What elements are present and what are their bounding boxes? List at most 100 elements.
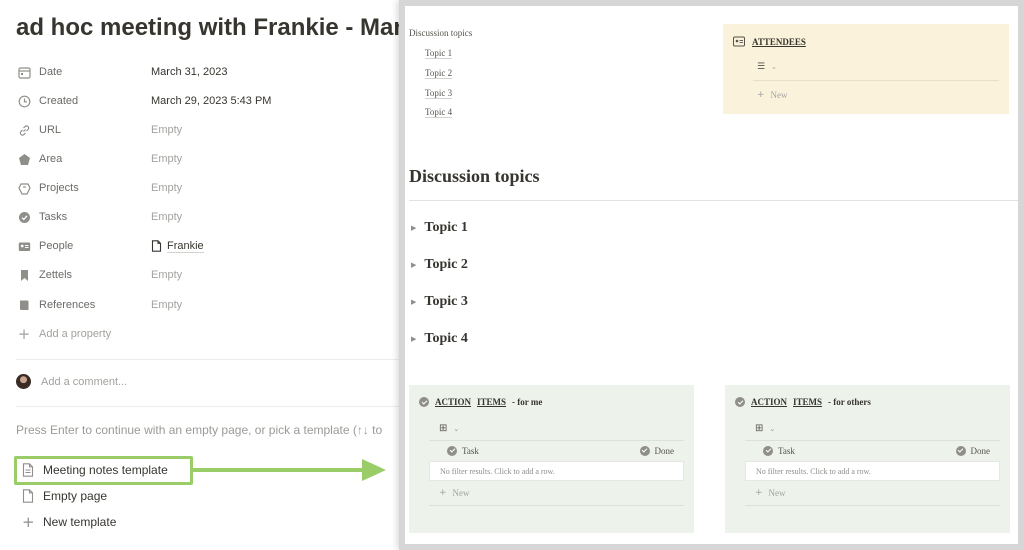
- empty-table-row[interactable]: No filter results. Click to add a row.: [429, 461, 684, 481]
- column-label: Done: [970, 445, 991, 456]
- book-icon: [16, 297, 32, 313]
- property-value[interactable]: Frankie: [151, 240, 204, 253]
- toggle-triangle-icon[interactable]: ▶: [411, 335, 416, 343]
- link-icon: [16, 122, 32, 138]
- title-part: ACTION: [751, 397, 788, 407]
- check-circle-icon: [419, 397, 429, 407]
- property-value[interactable]: Empty: [151, 182, 182, 194]
- property-projects[interactable]: Projects Empty: [16, 177, 406, 199]
- column-label: Task: [462, 445, 479, 456]
- page-icon: [151, 240, 162, 252]
- action-items-header[interactable]: ACTION ITEMS - for me: [419, 397, 542, 407]
- plus-icon: +: [757, 90, 765, 100]
- column-done[interactable]: Done: [955, 445, 1001, 456]
- property-value[interactable]: Empty: [151, 211, 182, 223]
- property-created[interactable]: Created March 29, 2023 5:43 PM: [16, 90, 406, 112]
- property-value[interactable]: Empty: [151, 269, 182, 281]
- discussion-topics-heading[interactable]: Discussion topics: [409, 166, 540, 187]
- pentagon-icon: [16, 151, 32, 167]
- divider: [16, 406, 406, 407]
- column-label: Done: [654, 445, 675, 456]
- property-people[interactable]: People Frankie: [16, 235, 406, 257]
- property-date[interactable]: Date March 31, 2023: [16, 61, 406, 83]
- action-items-header[interactable]: ACTION ITEMS - for others: [735, 397, 871, 407]
- topic-label: Topic 1: [424, 220, 468, 235]
- template-preview: Discussion topics Topic 1 Topic 2 Topic …: [399, 0, 1024, 550]
- property-name: Created: [39, 95, 79, 107]
- contact-card-icon: [733, 36, 745, 47]
- title-part: ITEMS: [477, 397, 507, 407]
- topic-toggle[interactable]: ▶ Topic 3: [411, 294, 468, 310]
- contact-card-icon: [16, 238, 32, 254]
- title-suffix: - for others: [828, 397, 871, 407]
- clock-icon: [16, 93, 32, 109]
- toc-item[interactable]: Topic 2: [425, 68, 453, 79]
- comment-input[interactable]: Add a comment...: [16, 374, 127, 389]
- table-header: Task Done: [745, 440, 1000, 460]
- toc-item[interactable]: Topic 3: [425, 88, 453, 99]
- property-name: Area: [39, 153, 63, 165]
- new-row-button[interactable]: + New: [439, 488, 470, 498]
- property-area[interactable]: Area Empty: [16, 148, 406, 170]
- check-circle-icon: [639, 445, 650, 456]
- property-value[interactable]: Empty: [151, 124, 182, 136]
- attendees-header[interactable]: ATTENDEES: [733, 36, 806, 47]
- property-tasks[interactable]: Tasks Empty: [16, 206, 406, 228]
- toggle-triangle-icon[interactable]: ▶: [411, 298, 416, 306]
- table-icon: ⊞: [755, 423, 764, 434]
- table-view-selector[interactable]: ⊞ ⌄: [439, 423, 459, 434]
- template-label: Empty page: [43, 489, 108, 503]
- table-header: Task Done: [429, 440, 684, 460]
- add-property-label: Add a property: [39, 328, 112, 340]
- topic-label: Topic 4: [424, 331, 468, 346]
- new-template-button[interactable]: + New template: [22, 512, 116, 532]
- divider: [745, 505, 1000, 506]
- calendar-icon: [16, 64, 32, 80]
- list-icon: ☰: [757, 62, 766, 72]
- property-value[interactable]: March 31, 2023: [151, 66, 227, 78]
- column-label: Task: [778, 445, 795, 456]
- people-link-frankie[interactable]: Frankie: [167, 240, 204, 253]
- topic-label: Topic 2: [424, 257, 468, 272]
- topic-toggle[interactable]: ▶ Topic 1: [411, 220, 468, 236]
- column-task[interactable]: Task: [429, 445, 479, 456]
- topic-toggle[interactable]: ▶ Topic 2: [411, 257, 468, 273]
- divider: [16, 359, 406, 360]
- property-zettels[interactable]: Zettels Empty: [16, 264, 406, 286]
- property-value[interactable]: Empty: [151, 299, 182, 311]
- toc-item[interactable]: Topic 1: [425, 48, 453, 59]
- toc-item[interactable]: Topic 4: [425, 107, 453, 118]
- property-name: People: [39, 240, 74, 252]
- property-name: Date: [39, 66, 63, 78]
- new-label: New: [452, 488, 470, 498]
- toggle-triangle-icon[interactable]: ▶: [411, 261, 416, 269]
- chevron-down-icon: ⌄: [453, 424, 460, 433]
- property-url[interactable]: URL Empty: [16, 119, 406, 141]
- toggle-triangle-icon[interactable]: ▶: [411, 224, 416, 232]
- property-value[interactable]: Empty: [151, 153, 182, 165]
- check-circle-icon: [763, 445, 773, 456]
- action-items-for-others: ACTION ITEMS - for others ⊞ ⌄ Task Done …: [725, 385, 1010, 533]
- new-label: New: [768, 488, 786, 498]
- page-icon: [22, 489, 34, 503]
- column-task[interactable]: Task: [745, 445, 795, 456]
- property-name: URL: [39, 124, 62, 136]
- table-view-selector[interactable]: ⊞ ⌄: [755, 423, 775, 434]
- property-references[interactable]: References Empty: [16, 294, 406, 316]
- column-done[interactable]: Done: [639, 445, 685, 456]
- topic-toggle[interactable]: ▶ Topic 4: [411, 331, 468, 347]
- empty-page-option[interactable]: Empty page: [22, 486, 107, 506]
- toc-title[interactable]: Discussion topics: [409, 28, 472, 38]
- add-property-button[interactable]: + Add a property: [16, 323, 406, 345]
- attendees-new-button[interactable]: + New: [757, 90, 788, 100]
- check-circle-icon: [447, 445, 457, 456]
- list-view-selector[interactable]: ☰ ⌄: [757, 62, 777, 72]
- template-hint: Press Enter to continue with an empty pa…: [16, 423, 383, 437]
- new-row-button[interactable]: + New: [755, 488, 786, 498]
- plus-icon: +: [17, 325, 31, 343]
- comment-placeholder: Add a comment...: [41, 375, 128, 388]
- empty-table-row[interactable]: No filter results. Click to add a row.: [745, 461, 1000, 481]
- check-circle-icon: [735, 397, 745, 407]
- attendees-callout: ATTENDEES ☰ ⌄ + New: [723, 24, 1009, 114]
- page-title[interactable]: ad hoc meeting with Frankie - Mar: [16, 14, 403, 42]
